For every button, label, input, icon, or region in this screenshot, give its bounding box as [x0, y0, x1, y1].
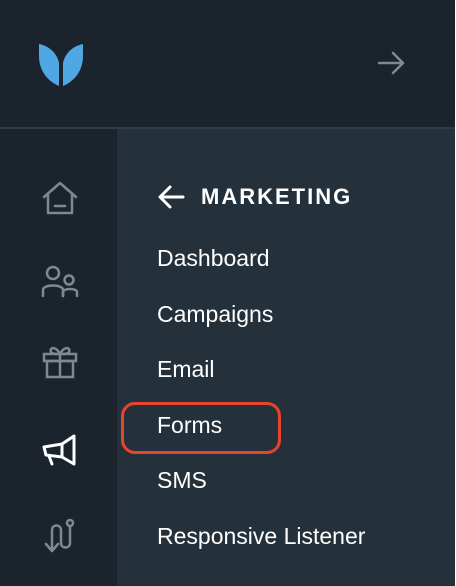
menu-item-responsive-listener[interactable]: Responsive Listener: [157, 523, 365, 550]
rail-item-gift[interactable]: [38, 341, 82, 385]
marketing-menu-panel: MARKETING Dashboard Campaigns Email Form…: [117, 129, 455, 586]
journey-icon: [40, 516, 80, 561]
app-window: MARKETING Dashboard Campaigns Email Form…: [0, 0, 455, 586]
panel-title: MARKETING: [201, 184, 353, 209]
arrow-right-icon: [377, 50, 407, 81]
menu-item-sms[interactable]: SMS: [157, 467, 207, 494]
menu-item-dashboard[interactable]: Dashboard: [157, 245, 270, 272]
menu-item-email[interactable]: Email: [157, 356, 215, 383]
menu-item-forms[interactable]: Forms: [157, 412, 222, 439]
home-icon: [40, 178, 80, 223]
logo-icon[interactable]: [37, 43, 85, 87]
back-to-main-menu[interactable]: MARKETING: [157, 179, 352, 215]
menu-item-campaigns[interactable]: Campaigns: [157, 301, 273, 328]
rail-item-marketing[interactable]: [38, 431, 82, 475]
people-icon: [40, 262, 80, 307]
rail-item-journeys[interactable]: [38, 516, 82, 560]
gift-icon: [40, 341, 80, 386]
icon-rail: [0, 129, 117, 586]
rail-item-home[interactable]: [38, 178, 82, 222]
megaphone-icon: [40, 431, 80, 476]
rail-item-people[interactable]: [38, 262, 82, 306]
arrow-left-icon: [157, 183, 187, 211]
expand-button[interactable]: [372, 47, 412, 83]
top-bar: [0, 0, 455, 129]
